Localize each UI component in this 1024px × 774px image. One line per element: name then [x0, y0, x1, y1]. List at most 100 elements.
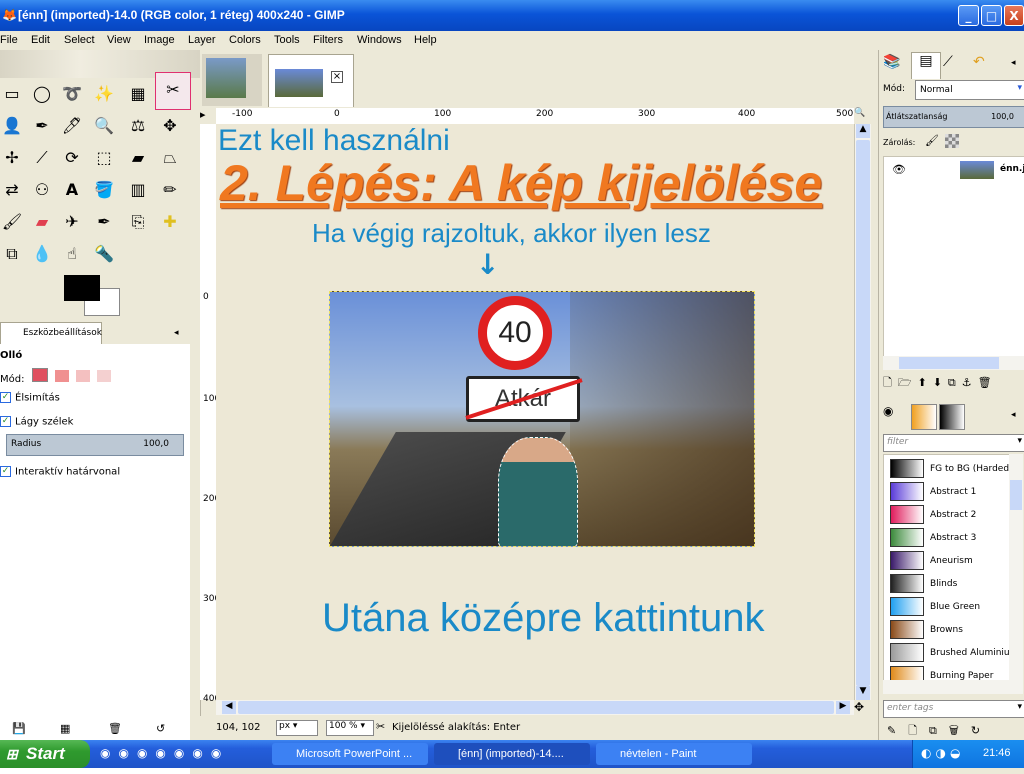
antialias-checkbox[interactable]: ✓	[0, 392, 11, 403]
layer-actions[interactable]: 🗋🗁⬆⬇⧉⚓🗑	[883, 374, 1023, 392]
image-canvas[interactable]: Ezt kell használni 2. Lépés: A kép kijel…	[216, 124, 854, 700]
gradient-vscroll[interactable]	[1009, 454, 1023, 680]
gradient-filter-input[interactable]: filter ▾	[883, 434, 1024, 452]
color-picker-icon[interactable]: 🖊	[60, 114, 84, 138]
tray-icons[interactable]: ◐◑◒	[921, 746, 964, 760]
image-tab-1[interactable]	[202, 54, 262, 106]
feather-checkbox[interactable]: ✓	[0, 416, 11, 427]
menu-colors[interactable]: Colors	[229, 34, 261, 46]
horizontal-scrollbar[interactable]: ◀ ▶	[216, 700, 854, 715]
menu-image[interactable]: Image	[144, 34, 175, 46]
interactive-checkbox[interactable]: ✓	[0, 466, 11, 477]
flip-icon[interactable]: ⇄	[0, 178, 24, 202]
move-icon[interactable]: ✥	[158, 114, 182, 138]
mode-replace-button[interactable]	[31, 368, 48, 382]
pencil-icon[interactable]: ✏	[158, 178, 182, 202]
menu-filters[interactable]: Filters	[313, 34, 343, 46]
eye-icon[interactable]: 👁	[892, 163, 906, 176]
radius-slider[interactable]: Radius 100,0	[6, 434, 184, 456]
undo-tab-icon[interactable]: ↶	[973, 54, 997, 76]
mode-subtract-button[interactable]	[76, 370, 91, 382]
zoom-fit-icon[interactable]: 🔍	[854, 108, 870, 124]
menu-layer[interactable]: Layer	[188, 34, 216, 46]
shear-icon[interactable]: ▰	[126, 146, 150, 170]
scissors-select-icon[interactable]: ✂	[155, 72, 191, 110]
gradient-item[interactable]: Blue Green	[890, 597, 1010, 618]
perspective-icon[interactable]: ⏢	[158, 146, 182, 170]
scroll-down-icon[interactable]: ▼	[856, 686, 870, 700]
start-button[interactable]: ⊞ Start	[0, 740, 90, 768]
ellipse-select-icon[interactable]: ◯	[30, 82, 54, 106]
paths-icon[interactable]: ✒	[30, 114, 54, 138]
ruler-corner[interactable]: ▸	[200, 108, 216, 124]
blend-icon[interactable]: ▥	[126, 178, 150, 202]
blur-icon[interactable]: 💧	[30, 242, 54, 266]
dock-menu-icon-2[interactable]: ◂	[1011, 410, 1016, 420]
opacity-slider[interactable]: Átlátszatlanság 100,0	[883, 106, 1024, 128]
menu-tools[interactable]: Tools	[274, 34, 300, 46]
gradient-scroll-thumb[interactable]	[1010, 480, 1022, 510]
unit-select[interactable]: px ▾	[276, 720, 318, 736]
bucket-fill-icon[interactable]: 🪣	[92, 178, 116, 202]
paths-tab-icon[interactable]: ⟋	[943, 54, 967, 76]
menu-select[interactable]: Select	[64, 34, 95, 46]
photo-image[interactable]: 40 Atkár	[329, 291, 755, 547]
lock-paint-icon[interactable]: 🖌	[925, 134, 939, 147]
title-bar[interactable]: 🦊 [énn] (imported)-14.0 (RGB color, 1 ré…	[0, 0, 1024, 31]
airbrush-icon[interactable]: ✈	[60, 210, 84, 234]
gradient-item[interactable]: FG to BG (Hardedge)	[890, 459, 1010, 480]
gradient-tags-input[interactable]: enter tags ▾	[883, 700, 1024, 718]
cage-icon[interactable]: ⚇	[30, 178, 54, 202]
layers-tab-icon[interactable]: 📚	[883, 54, 907, 76]
rect-select-icon[interactable]: ▭	[0, 82, 24, 106]
zoom-select[interactable]: 100 % ▾	[326, 720, 374, 736]
zoom-icon[interactable]: 🔍	[92, 114, 116, 138]
paintbrush-icon[interactable]: 🖌	[0, 210, 24, 234]
menu-edit[interactable]: Edit	[31, 34, 50, 46]
gradient-actions[interactable]: ✎🗋⧉🗑↻	[887, 722, 1023, 738]
close-button[interactable]: X	[1004, 5, 1024, 26]
save-options-icon[interactable]: 💾	[12, 722, 26, 735]
layer-mode-select[interactable]: Normal ▾	[915, 80, 1024, 100]
menu-view[interactable]: View	[107, 34, 131, 46]
dodge-burn-icon[interactable]: 🔦	[92, 242, 116, 266]
minimize-button[interactable]: _	[958, 5, 979, 26]
antialias-row[interactable]: ✓ Élsimítás	[0, 392, 60, 404]
scroll-up-icon[interactable]: ▲	[856, 124, 870, 138]
rotate-icon[interactable]: ⟳	[60, 146, 84, 170]
ink-icon[interactable]: ✒	[92, 210, 116, 234]
gradients-tab-icon[interactable]	[939, 404, 965, 430]
color-select-icon[interactable]: ▦	[126, 82, 150, 106]
perspective-clone-icon[interactable]: ⧉	[0, 242, 24, 266]
patterns-tab-icon[interactable]	[911, 404, 937, 430]
lock-alpha-icon[interactable]	[945, 134, 959, 148]
menu-file[interactable]: File	[0, 34, 18, 46]
mode-intersect-button[interactable]	[97, 370, 112, 382]
close-tab-icon[interactable]: ×	[331, 71, 343, 83]
restore-options-icon[interactable]: ▦	[60, 722, 70, 735]
layers-hscroll[interactable]	[883, 356, 1024, 370]
heal-icon[interactable]: ✚	[158, 210, 182, 234]
crop-icon[interactable]: ⟋	[30, 146, 54, 170]
horizontal-scroll-thumb[interactable]	[238, 701, 834, 714]
lasso-icon[interactable]: ➰	[60, 82, 84, 106]
vertical-scroll-thumb[interactable]	[856, 140, 870, 686]
reset-options-icon[interactable]: ↺	[156, 722, 165, 735]
channels-tab-icon[interactable]: ▤	[911, 52, 941, 79]
gradient-hscroll[interactable]	[883, 680, 1023, 694]
measure-icon[interactable]: ⚖	[126, 114, 150, 138]
vertical-scrollbar[interactable]: ▲ ▼	[854, 124, 871, 700]
task-paint[interactable]: névtelen - Paint	[596, 743, 752, 765]
maximize-button[interactable]: □	[981, 5, 1002, 26]
task-gimp[interactable]: [énn] (imported)-14....	[434, 743, 590, 765]
layers-scroll-thumb[interactable]	[899, 357, 999, 369]
dock-menu-icon[interactable]: ◂	[1011, 58, 1016, 68]
task-powerpoint[interactable]: Microsoft PowerPoint ...	[272, 743, 428, 765]
tab-tool-options[interactable]: Eszközbeállítások	[0, 322, 102, 345]
gradient-item[interactable]: Abstract 1	[890, 482, 1010, 503]
align-icon[interactable]: ✢	[0, 146, 24, 170]
tab-menu-icon[interactable]: ◂	[174, 328, 179, 338]
gradient-item[interactable]: Brushed Aluminium	[890, 643, 1010, 664]
scale-icon[interactable]: ⬚	[92, 146, 116, 170]
gradient-item[interactable]: Abstract 3	[890, 528, 1010, 549]
